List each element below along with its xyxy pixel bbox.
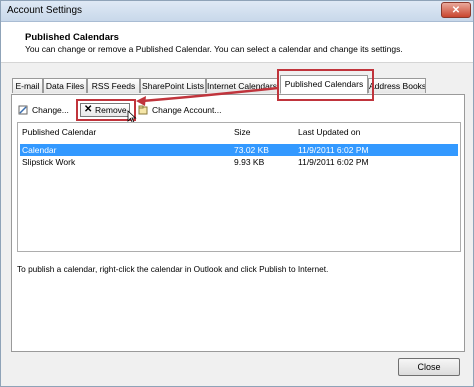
annotation-arrow bbox=[136, 86, 279, 106]
